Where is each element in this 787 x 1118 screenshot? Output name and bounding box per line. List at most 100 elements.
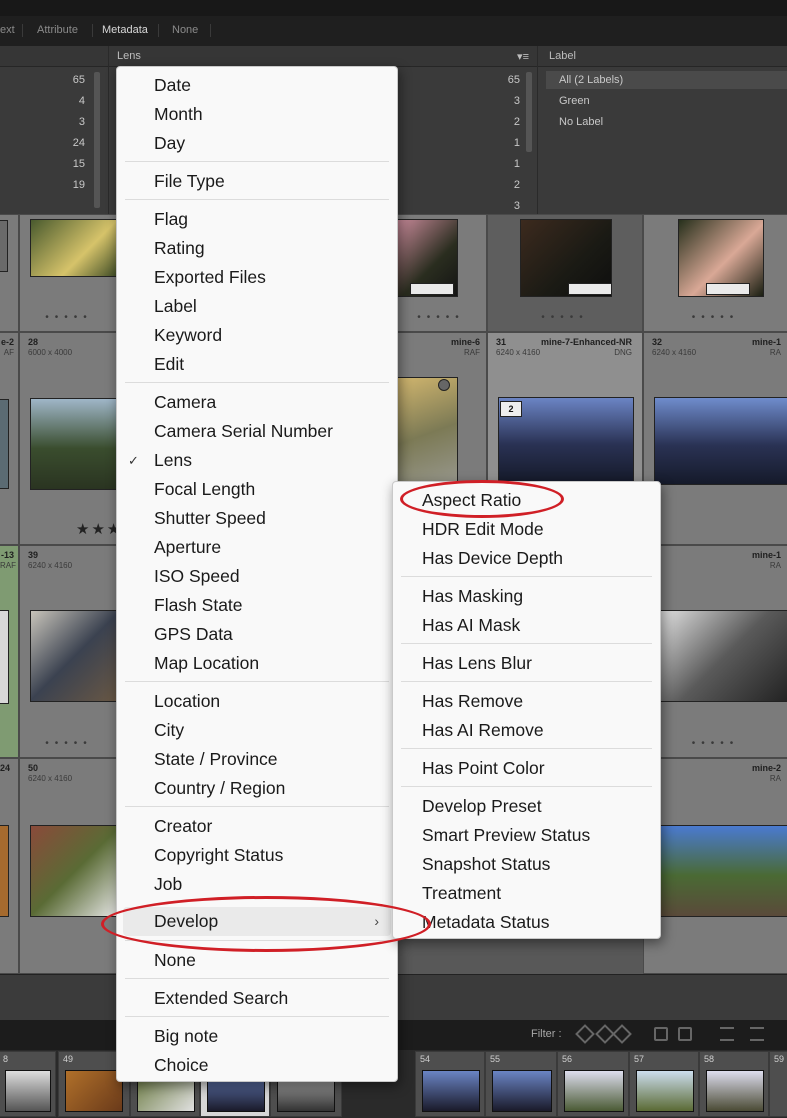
menu-item-day[interactable]: Day [117, 129, 397, 158]
menu-item-map-location[interactable]: Map Location [117, 649, 397, 678]
top-strip [0, 0, 787, 16]
grid-cell[interactable]: 32 mine-1 6240 x 4160 RA [643, 332, 787, 545]
file-name: -13 [0, 550, 14, 560]
menu-item-creator[interactable]: Creator [117, 812, 397, 841]
menu-item-lens[interactable]: ✓ Lens [117, 446, 397, 475]
submenu-item-has-masking[interactable]: Has Masking [393, 582, 660, 611]
grid-cell[interactable]: e-2 AF [0, 332, 19, 545]
grid-cell[interactable]: ••••• [487, 214, 643, 332]
menu-item-flash-state[interactable]: Flash State [117, 591, 397, 620]
menu-item-country-region[interactable]: Country / Region [117, 774, 397, 803]
library-filter-bar: ext Attribute Metadata None [0, 0, 787, 47]
stack-badge[interactable]: 2 [500, 401, 522, 417]
filmstrip-cell[interactable]: 8 [0, 1051, 56, 1117]
submenu-item-has-point-color[interactable]: Has Point Color [393, 754, 660, 783]
menu-item-camera-serial-number[interactable]: Camera Serial Number [117, 417, 397, 446]
menu-separator [125, 681, 389, 682]
menu-item-file-type[interactable]: File Type [117, 167, 397, 196]
menu-item-gps-data[interactable]: GPS Data [117, 620, 397, 649]
filmstrip-cell[interactable]: 57 [629, 1051, 699, 1117]
menu-separator [125, 978, 389, 979]
edit-filter-icon[interactable] [654, 1027, 668, 1041]
submenu-item-smart-preview-status[interactable]: Smart Preview Status [393, 821, 660, 850]
grid-cell[interactable]: 39 6240 x 4160 ••••• [19, 545, 120, 758]
menu-item-aperture[interactable]: Aperture [117, 533, 397, 562]
submenu-item-develop-preset[interactable]: Develop Preset [393, 792, 660, 821]
sliders-icon[interactable] [750, 1027, 764, 1041]
menu-item-location[interactable]: Location [117, 687, 397, 716]
flag-filter-icon[interactable] [612, 1024, 632, 1044]
menu-item-city[interactable]: City [117, 716, 397, 745]
edit-filter-icon[interactable] [678, 1027, 692, 1041]
submenu-item-has-remove[interactable]: Has Remove [393, 687, 660, 716]
grid-cell[interactable]: 24 [0, 758, 19, 974]
menu-item-copyright-status[interactable]: Copyright Status [117, 841, 397, 870]
thumbnail [5, 1070, 51, 1112]
filmstrip-cell[interactable]: 59 [769, 1051, 787, 1117]
menu-item-shutter-speed[interactable]: Shutter Speed [117, 504, 397, 533]
menu-item-job[interactable]: Job [117, 870, 397, 899]
menu-item-flag[interactable]: Flag [117, 205, 397, 234]
menu-item-big-note[interactable]: Big note [117, 1022, 397, 1051]
scrollbar[interactable] [526, 72, 532, 152]
scrollbar[interactable] [94, 72, 100, 208]
count: 1 [513, 137, 520, 149]
rating-dots: ••••• [541, 312, 589, 323]
label-all[interactable]: All (2 Labels) [559, 74, 623, 86]
menu-item-extended-search[interactable]: Extended Search [117, 984, 397, 1013]
grid-cell[interactable] [0, 214, 19, 332]
menu-item-rating[interactable]: Rating [117, 234, 397, 263]
tab-none[interactable]: None [172, 24, 198, 36]
grid-cell[interactable]: ••••• [19, 214, 120, 332]
grid-cell[interactable]: ••••• [395, 214, 487, 332]
file-name: mine-6 [450, 337, 480, 347]
submenu-item-has-lens-blur[interactable]: Has Lens Blur [393, 649, 660, 678]
grid-cell[interactable]: 28 6000 x 4000 ★★★ [19, 332, 120, 545]
menu-item-edit[interactable]: Edit [117, 350, 397, 379]
cell-number: 56 [562, 1054, 573, 1064]
sliders-icon[interactable] [720, 1027, 734, 1041]
label-green[interactable]: Green [559, 95, 590, 107]
flag-filter-icon[interactable] [575, 1024, 595, 1044]
menu-item-exported-files[interactable]: Exported Files [117, 263, 397, 292]
develop-submenu: Aspect Ratio HDR Edit Mode Has Device De… [392, 481, 661, 939]
submenu-item-has-ai-mask[interactable]: Has AI Mask [393, 611, 660, 640]
submenu-item-treatment[interactable]: Treatment [393, 879, 660, 908]
label-no-label[interactable]: No Label [559, 116, 603, 128]
count: 65 [507, 74, 520, 86]
menu-item-iso-speed[interactable]: ISO Speed [117, 562, 397, 591]
submenu-item-has-ai-remove[interactable]: Has AI Remove [393, 716, 660, 745]
cell-number: 28 [28, 337, 39, 347]
menu-item-choice[interactable]: Choice [117, 1051, 397, 1080]
cell-number: 58 [704, 1054, 715, 1064]
filmstrip-cell[interactable]: 54 [415, 1051, 485, 1117]
filmstrip-cell[interactable]: 56 [557, 1051, 629, 1117]
menu-item-focal-length[interactable]: Focal Length [117, 475, 397, 504]
grid-cell[interactable]: mine-2 RA [643, 758, 787, 974]
select-circle[interactable] [438, 379, 450, 391]
column-menu-icon[interactable]: ▾≡ [517, 50, 529, 63]
tab-metadata[interactable]: Metadata [102, 24, 148, 36]
menu-item-date[interactable]: Date [117, 71, 397, 100]
grid-cell-green-label[interactable]: -13 RAF [0, 545, 19, 758]
file-extension: RA [769, 348, 781, 357]
menu-item-state-province[interactable]: State / Province [117, 745, 397, 774]
tab-text[interactable]: ext [0, 24, 15, 36]
count: 4 [78, 95, 85, 107]
menu-item-camera[interactable]: Camera [117, 388, 397, 417]
filmstrip-cell[interactable]: 58 [699, 1051, 769, 1117]
file-name: mine-2 [751, 763, 781, 773]
filmstrip-cell[interactable]: 55 [485, 1051, 557, 1117]
grid-cell[interactable]: mine-1 RA ••••• [643, 545, 787, 758]
submenu-item-has-device-depth[interactable]: Has Device Depth [393, 544, 660, 573]
grid-cell[interactable]: 50 6240 x 4160 [19, 758, 120, 974]
submenu-item-snapshot-status[interactable]: Snapshot Status [393, 850, 660, 879]
menu-item-keyword[interactable]: Keyword [117, 321, 397, 350]
submenu-item-metadata-status[interactable]: Metadata Status [393, 908, 660, 937]
submenu-item-hdr-edit-mode[interactable]: HDR Edit Mode [393, 515, 660, 544]
cell-number: 59 [774, 1054, 785, 1064]
grid-cell[interactable]: ••••• [643, 214, 787, 332]
tab-attribute[interactable]: Attribute [37, 24, 78, 36]
menu-item-label[interactable]: Label [117, 292, 397, 321]
menu-item-month[interactable]: Month [117, 100, 397, 129]
